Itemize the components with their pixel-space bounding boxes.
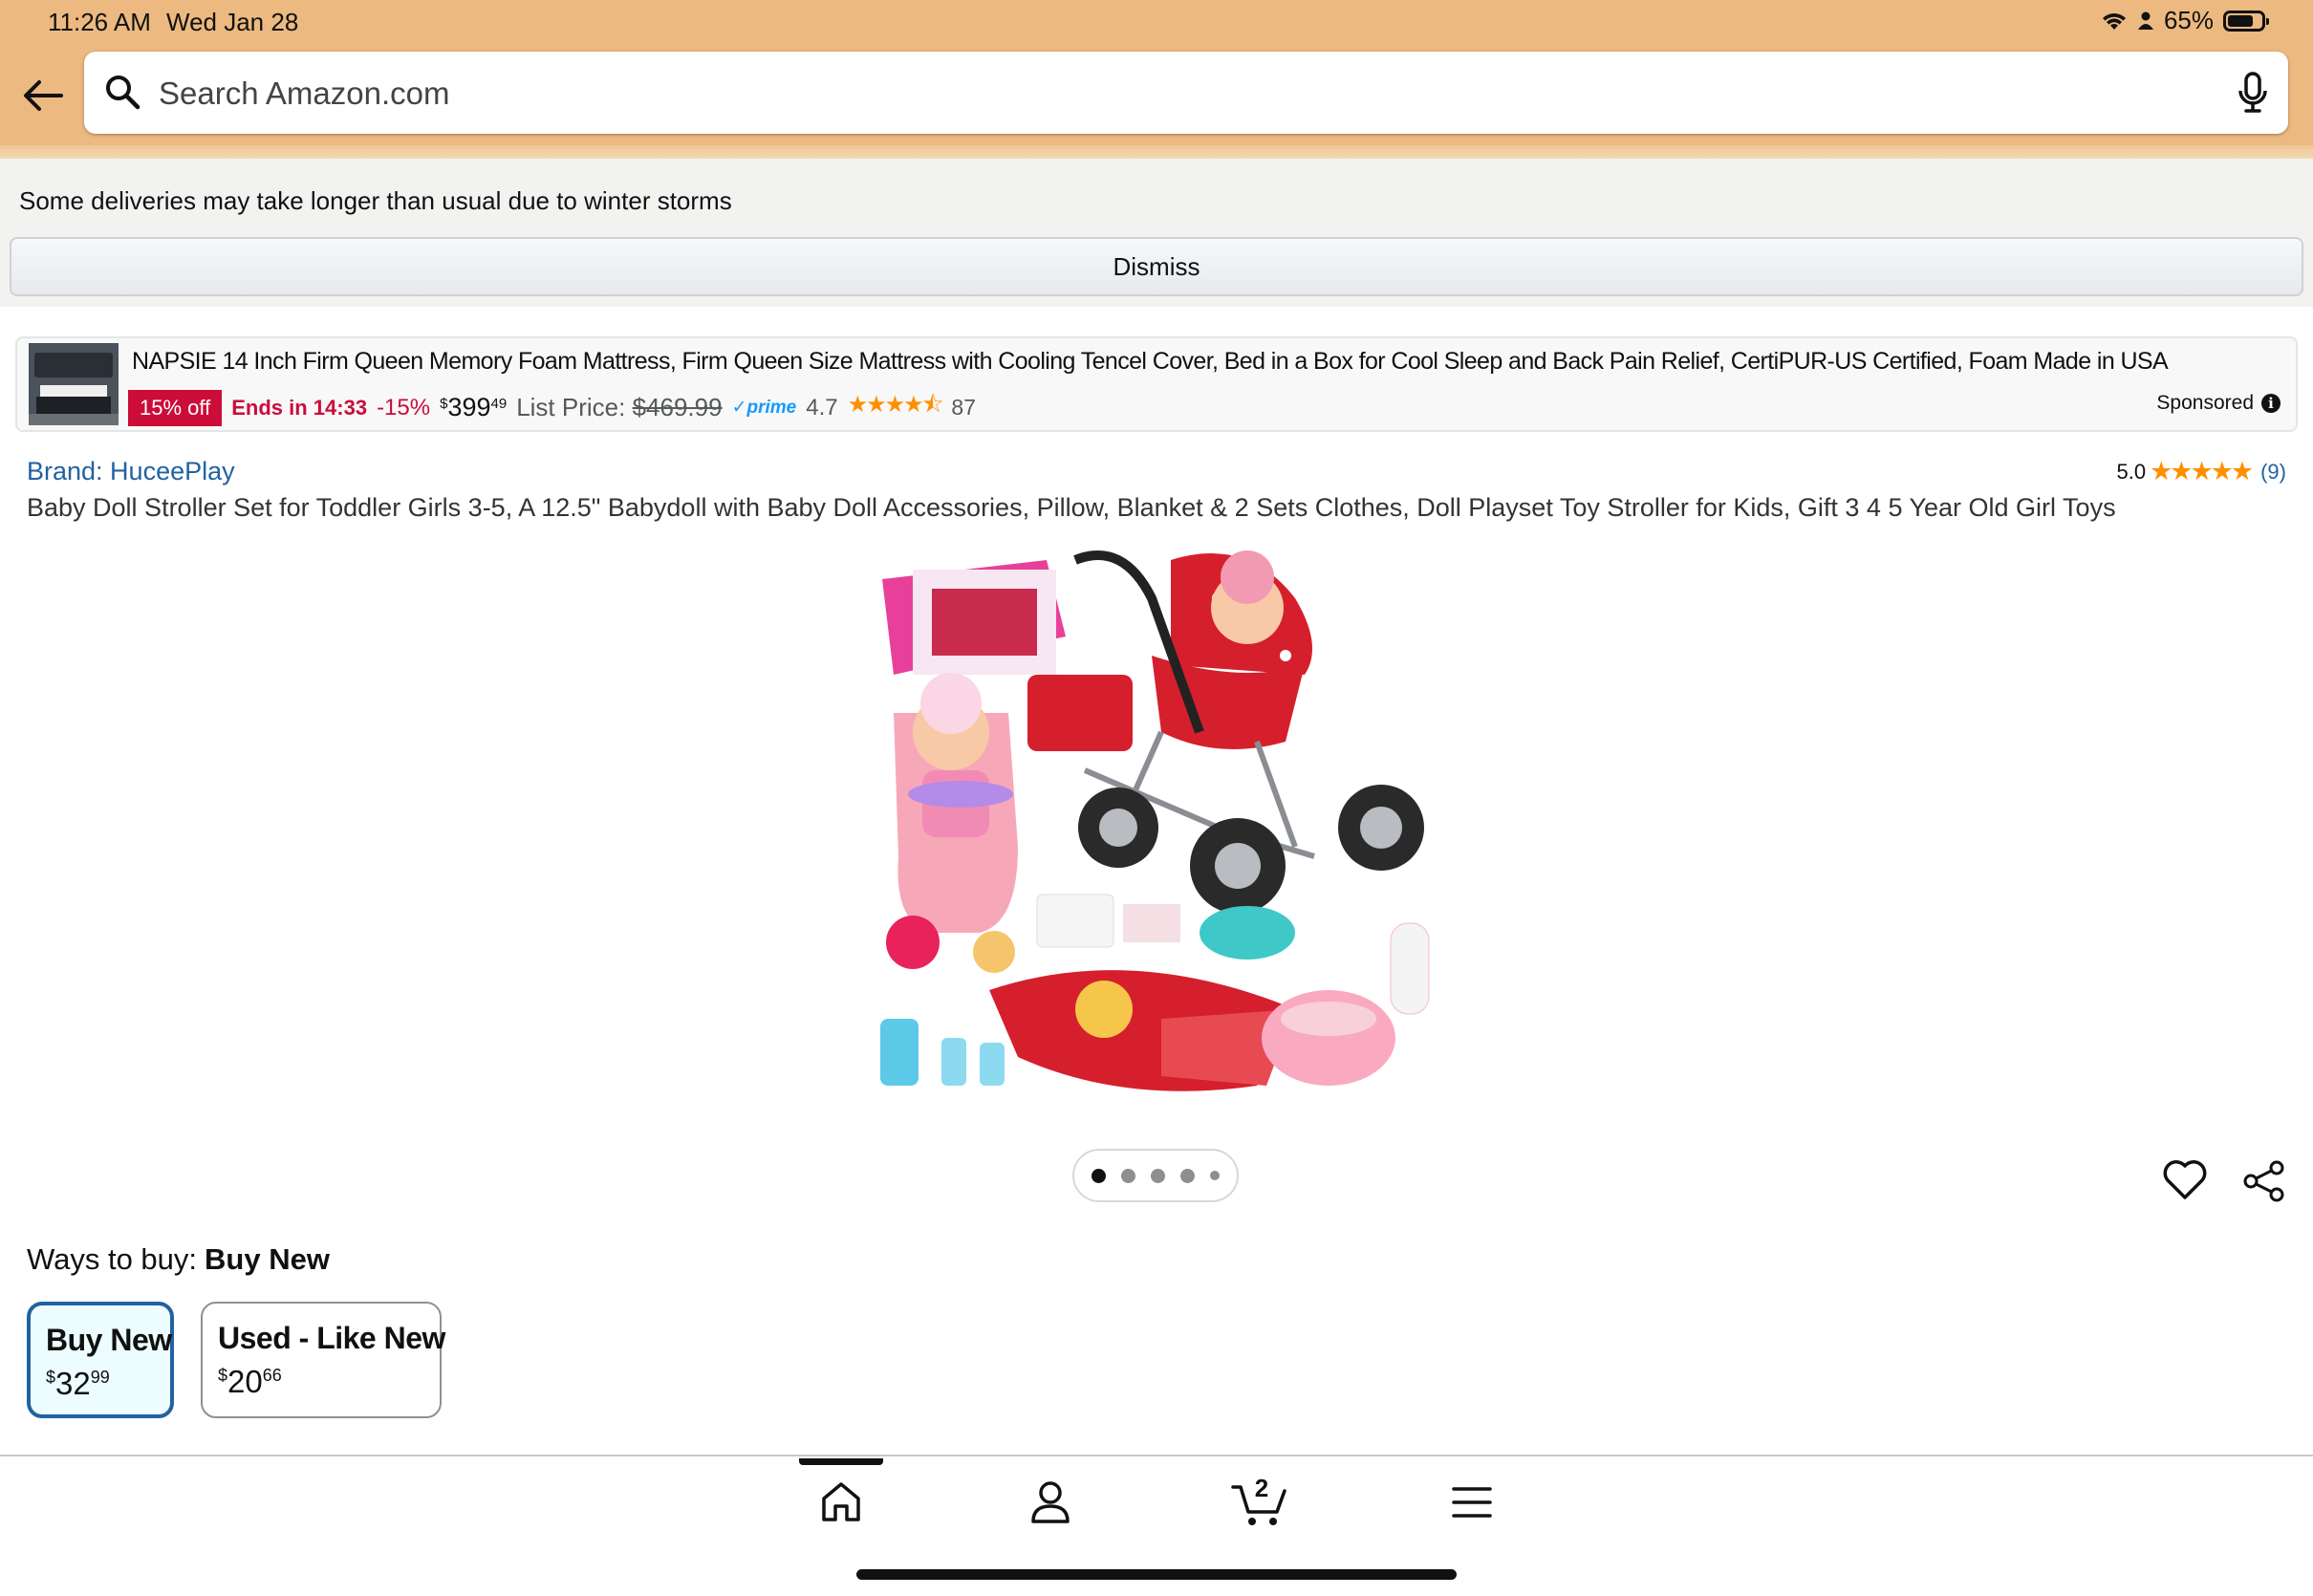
status-date: Wed Jan 28 [166,8,299,36]
microphone-icon[interactable] [2237,71,2269,115]
active-tab-indicator [799,1458,883,1465]
deal-badge: 15% off [128,389,223,426]
deal-timer: Ends in 14:33 [231,395,368,420]
ad-star-rating: ★★★★⯪ [847,392,944,418]
ad-title[interactable]: NAPSIE 14 Inch Firm Queen Memory Foam Ma… [132,348,2169,376]
status-time: 11:26 AM [48,8,151,36]
heart-icon [2163,1160,2207,1199]
account-icon [1031,1481,1070,1523]
ad-rating: 4.7 [806,394,838,421]
carousel-dot[interactable] [1151,1168,1165,1183]
sponsored-ad[interactable]: NAPSIE 14 Inch Firm Queen Memory Foam Ma… [15,336,2298,432]
cart-count: 2 [1255,1474,1268,1502]
sponsored-label[interactable]: Sponsored i [2156,392,2281,415]
ad-product-image[interactable] [29,343,119,425]
alert-message: Some deliveries may take longer than usu… [19,186,732,215]
nav-cart-button[interactable]: 2 [1231,1474,1290,1532]
carousel-dot[interactable] [1180,1168,1195,1183]
person-icon [2137,11,2153,30]
menu-icon [1452,1487,1492,1518]
star-rating: ★★★★★ [2150,457,2254,485]
discount-percent: -15% [377,394,431,421]
option-price: $2066 [218,1364,282,1399]
search-bar[interactable] [84,52,2288,136]
list-price: List Price: $469.99 [516,393,723,421]
option-title: Buy New [46,1323,172,1357]
ways-to-buy: Ways to buy: Buy New [27,1242,330,1277]
share-button[interactable] [2242,1160,2286,1207]
ad-price: $39949 [440,393,508,421]
battery-percent: 65% [2163,6,2214,34]
image-carousel-dots[interactable] [1072,1149,1239,1202]
prime-badge: ✓prime [731,398,797,418]
product-image[interactable] [875,541,1438,1100]
status-indicators: 65% [2101,6,2269,35]
brand-link[interactable]: Brand: HuceePlay [27,457,235,486]
ways-to-buy-selected: Buy New [205,1242,330,1276]
product-rating[interactable]: 5.0 ★★★★★ (9) [2116,457,2286,486]
sponsored-text: Sponsored [2156,392,2254,414]
home-indicator [856,1569,1457,1580]
review-count[interactable]: (9) [2260,460,2286,485]
nav-account-button[interactable] [1028,1479,1072,1530]
used-like-new-option[interactable]: Used - Like New $2066 [201,1302,445,1418]
header-shadow [0,145,2313,159]
nav-home-button[interactable] [818,1479,864,1528]
option-price: $3299 [46,1366,110,1401]
cart-icon: 2 [1231,1474,1286,1525]
carousel-dot[interactable] [1121,1168,1135,1183]
ways-to-buy-label: Ways to buy: [27,1242,198,1276]
battery-icon [2223,10,2269,32]
wishlist-button[interactable] [2162,1158,2208,1205]
carousel-dot[interactable] [1092,1168,1106,1183]
product-title: Baby Doll Stroller Set for Toddler Girls… [27,493,2116,522]
search-icon [106,75,141,110]
home-icon [822,1482,860,1521]
info-icon[interactable]: i [2261,394,2281,413]
ad-review-count: 87 [951,395,976,420]
wifi-icon [2102,12,2126,30]
buy-new-option[interactable]: Buy New $3299 [27,1302,174,1418]
ad-price-row: 15% off Ends in 14:33 -15% $39949 List P… [128,388,976,427]
back-button[interactable] [17,67,69,124]
search-input[interactable] [157,52,2168,136]
carousel-dot[interactable] [1210,1171,1220,1180]
dismiss-button[interactable]: Dismiss [10,237,2303,296]
back-arrow-icon [24,80,63,111]
share-icon [2243,1160,2284,1202]
option-title: Used - Like New [218,1321,445,1355]
nav-menu-button[interactable] [1451,1485,1493,1524]
rating-value: 5.0 [2116,459,2147,484]
